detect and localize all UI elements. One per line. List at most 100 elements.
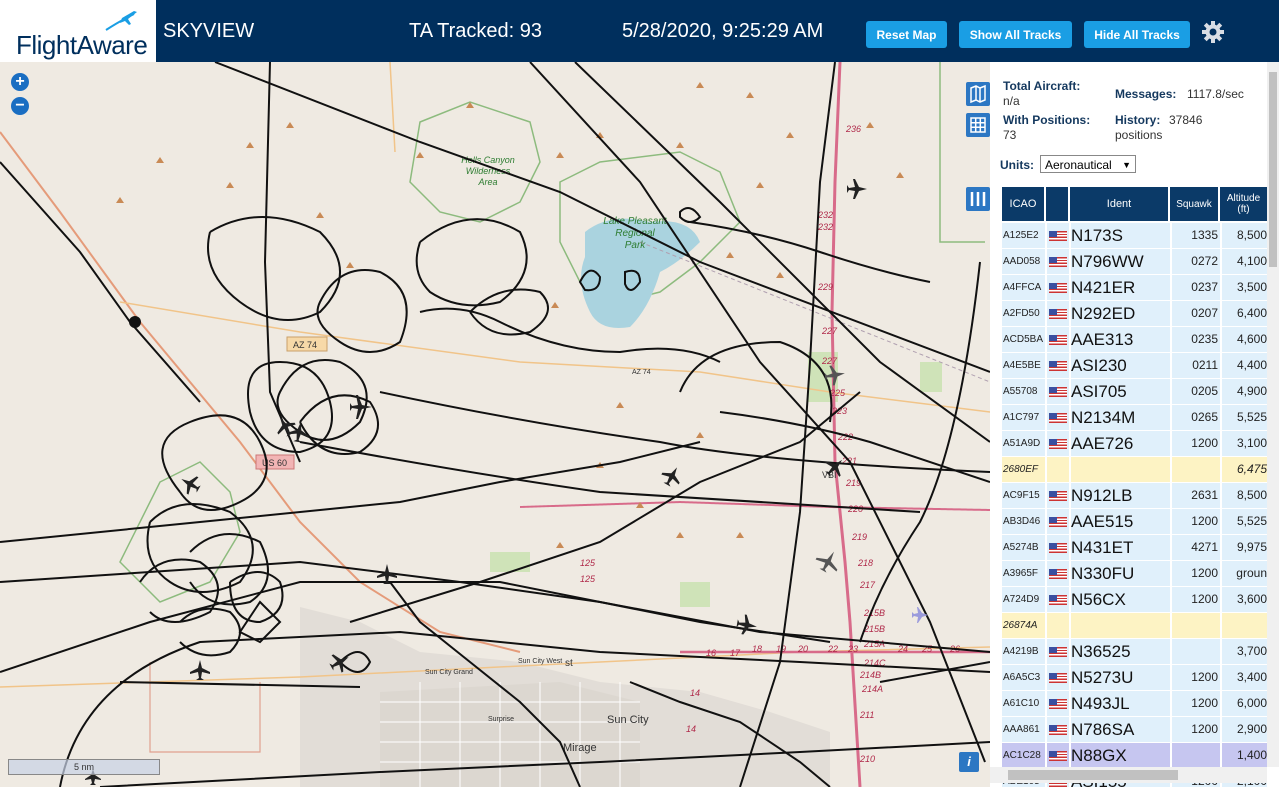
aircraft-row[interactable]: A125E2 N173S 1335 8,500 [1002,223,1267,249]
reset-map-button[interactable]: Reset Map [866,21,947,48]
panel-vertical-scrollbar[interactable] [1267,62,1279,767]
zoom-in-button[interactable]: + [11,73,29,91]
column-divider [1170,561,1172,586]
flag-cell [1047,223,1067,248]
map-canvas[interactable]: Hells Canyon Wilderness Area Lake Pleasa… [0,62,990,787]
columns-icon [970,192,986,206]
aircraft-icon[interactable] [735,613,758,636]
aircraft-row[interactable]: A3965F N330FU 1200 groun [1002,561,1267,587]
aircraft-row[interactable]: ACD5BA AAE313 0235 4,600 [1002,327,1267,353]
milepost: 229 [817,282,833,292]
icao-cell: A4E5BE [1003,360,1041,371]
us-flag-icon [1049,439,1067,449]
column-divider [1045,301,1047,326]
milepost: 23 [847,644,858,654]
col-flag-header[interactable] [1046,187,1068,221]
aircraft-row[interactable]: A1C797 N2134M 0265 5,525 [1002,405,1267,431]
us-flag-icon [1049,309,1067,319]
altitude-cell: 3,700 [1236,644,1267,658]
col-icao-header[interactable]: ICAO [1002,187,1044,221]
milepost: 214A [861,684,883,694]
aircraft-row[interactable]: A724D9 N56CX 1200 3,600 [1002,587,1267,613]
icao-cell: 2680EF [1003,464,1039,475]
altitude-cell: 6,000 [1236,696,1267,710]
hide-all-tracks-button[interactable]: Hide All Tracks [1084,21,1190,48]
aircraft-row[interactable]: A5274B N431ET 4271 9,975 [1002,535,1267,561]
info-button[interactable]: i [959,752,979,772]
panel-horizontal-scrollbar[interactable] [990,767,1267,783]
icao-cell: A2FD50 [1003,308,1040,319]
aircraft-row[interactable]: A4FFCA N421ER 0237 3,500 [1002,275,1267,301]
column-divider [1069,717,1071,742]
label-sun-city-grand: Sun City Grand [425,669,473,676]
ident-cell: N36525 [1071,642,1131,661]
aircraft-row[interactable]: AC9F15 N912LB 2631 8,500 [1002,483,1267,509]
icao-cell: A61C10 [1003,698,1040,709]
scrollbar-thumb[interactable] [1269,72,1277,267]
grid-toggle-button[interactable] [966,113,990,137]
flightaware-logo[interactable]: FlightAware [0,0,156,62]
units-select[interactable]: Aeronautical ▼ [1040,155,1136,173]
aircraft-row[interactable]: A2FD50 N292ED 0207 6,400 [1002,301,1267,327]
aircraft-row[interactable]: 26874A [1002,613,1267,639]
milepost: 18 [752,644,762,654]
total-aircraft-label: Total Aircraft: [1003,79,1081,93]
squawk-cell [1172,457,1218,482]
scrollbar-thumb[interactable] [1008,770,1178,780]
col-squawk-header[interactable]: Squawk [1170,187,1218,221]
altitude-cell: 5,525 [1236,514,1267,528]
milepost: 218 [857,558,873,568]
us-flag-icon [1049,491,1067,501]
marker-dot[interactable] [129,316,141,328]
show-all-tracks-button[interactable]: Show All Tracks [959,21,1072,48]
aircraft-row[interactable]: A61C10 N493JL 1200 6,000 [1002,691,1267,717]
altitude-cell: 5,525 [1236,410,1267,424]
aircraft-row[interactable]: A51A9D AAE726 1200 3,100 [1002,431,1267,457]
aircraft-row[interactable]: AC1C28 N88GX 1,400 [1002,743,1267,769]
icao-cell: A6A5C3 [1003,672,1041,683]
aircraft-row[interactable]: AAA861 N786SA 1200 2,900 [1002,717,1267,743]
map-view[interactable]: Hells Canyon Wilderness Area Lake Pleasa… [0,62,990,787]
icao-cell: ACD5BA [1003,334,1043,345]
column-divider [1045,379,1047,404]
label-lake-pleasant-3: Park [625,240,647,251]
column-divider [1045,483,1047,508]
aircraft-row[interactable]: A6A5C3 N5273U 1200 3,400 [1002,665,1267,691]
column-divider [1220,223,1222,248]
aircraft-icon[interactable] [658,462,685,489]
column-divider [1170,431,1172,456]
aircraft-icon[interactable] [813,546,845,577]
squawk-cell [1172,743,1218,768]
aircraft-row[interactable]: 2680EF 6,475 [1002,457,1267,483]
map-layers-button[interactable] [966,82,990,106]
col-ident-header[interactable]: Ident [1070,187,1168,221]
aircraft-row[interactable]: A4219B N36525 3,700 [1002,639,1267,665]
altitude-cell: 2,900 [1236,722,1267,736]
aircraft-row[interactable]: A55708 ASI705 0205 4,900 [1002,379,1267,405]
col-altitude-header[interactable]: Altitude (ft) [1220,187,1267,221]
flag-cell [1047,561,1067,586]
ident-cell: N88GX [1071,746,1127,765]
column-divider [1069,353,1071,378]
column-divider [1220,743,1222,768]
squawk-cell: 0272 [1191,254,1218,268]
aircraft-row[interactable]: AB3D46 AAE515 1200 5,525 [1002,509,1267,535]
column-divider [1170,665,1172,690]
ident-cell: AAE515 [1071,512,1134,531]
squawk-cell: 1200 [1191,514,1218,528]
aircraft-icon[interactable] [847,179,867,199]
column-divider [1220,717,1222,742]
columns-toggle-button[interactable] [966,187,990,211]
icao-cell: AC1C28 [1003,750,1041,761]
history-unit: positions [1115,128,1163,142]
altitude-cell: groun [1236,566,1267,580]
aircraft-row[interactable]: AAD058 N796WW 0272 4,100 [1002,249,1267,275]
aircraft-icon[interactable] [190,660,210,680]
milepost: 232 [817,210,833,220]
altitude-cell: 6,475 [1236,462,1267,476]
column-divider [1045,665,1047,690]
aircraft-icon[interactable] [271,412,298,439]
aircraft-row[interactable]: A4E5BE ASI230 0211 4,400 [1002,353,1267,379]
zoom-out-button[interactable]: − [11,97,29,115]
gear-icon[interactable] [1201,20,1225,44]
